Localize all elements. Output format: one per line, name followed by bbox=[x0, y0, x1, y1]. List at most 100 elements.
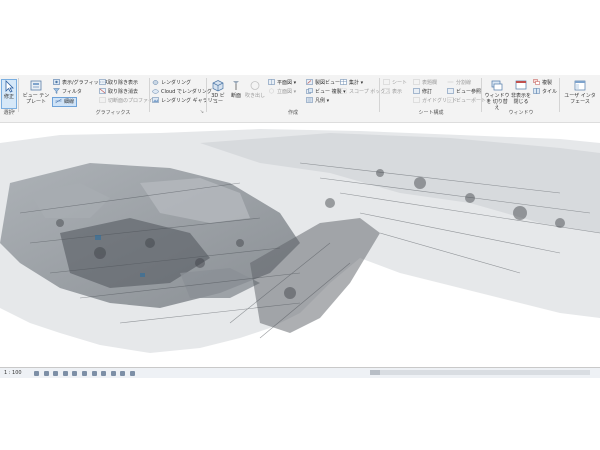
callout-icon bbox=[250, 81, 260, 90]
switch-windows-button[interactable]: ウィンドウを 切り替え bbox=[484, 79, 510, 111]
group-label-sheet: シート構成 bbox=[418, 110, 444, 116]
matchline-button[interactable]: 分割線 bbox=[447, 79, 471, 87]
user-interface-icon bbox=[574, 80, 586, 91]
plan-views-button[interactable]: 平面図 ▾ bbox=[268, 79, 296, 87]
view-button[interactable]: 表示 bbox=[383, 88, 402, 96]
titleblock-icon bbox=[413, 79, 420, 85]
schedules-button[interactable]: 集計 ▾ bbox=[340, 79, 363, 87]
visual-style-icon[interactable] bbox=[43, 371, 49, 376]
remove-hidden-lines-button[interactable]: 取り除き消去 bbox=[99, 88, 138, 96]
gallery-icon bbox=[152, 97, 159, 103]
thin-lines-icon bbox=[55, 98, 62, 104]
3d-view-button[interactable]: 3D ビュー bbox=[209, 79, 227, 107]
filter-button[interactable]: フィルタ bbox=[53, 88, 82, 96]
switch-windows-icon bbox=[491, 80, 503, 91]
view-template-label: ビュー テンプレート bbox=[22, 93, 50, 105]
close-inactive-label: 非表示を 閉じる bbox=[510, 93, 531, 105]
duplicate-view-icon bbox=[306, 88, 313, 94]
separator bbox=[149, 78, 150, 112]
schedule-icon bbox=[340, 79, 347, 85]
view-control-icons bbox=[34, 370, 138, 376]
sheet-button[interactable]: シート bbox=[383, 79, 407, 87]
separator bbox=[379, 78, 380, 112]
separator bbox=[559, 78, 560, 112]
group-sheet-composition: シート 表示 表題欄 修訂 ガイドグリッド 分割線 ビュー参照 ビューポート ▾ bbox=[381, 75, 490, 117]
thin-lines-button[interactable]: 細線 bbox=[52, 97, 78, 107]
close-inactive-icon bbox=[515, 80, 527, 90]
show-hidden-lines-button[interactable]: 取り除き表示 bbox=[99, 79, 138, 87]
analytical-model-icon[interactable] bbox=[129, 371, 135, 376]
modify-label: 修正 bbox=[3, 94, 14, 100]
dropdown-icon[interactable]: ▾ bbox=[12, 109, 15, 115]
shadows-icon[interactable] bbox=[62, 371, 68, 376]
3d-viewport[interactable] bbox=[0, 123, 600, 367]
group-windows: ウィンドウを 切り替え 非表示を 閉じる 複製 タイル ウィンドウ bbox=[483, 75, 559, 117]
scope-box-icon bbox=[340, 88, 347, 94]
user-interface-label: ユーザ インタフェース bbox=[564, 93, 596, 105]
callout-label: 吹き出し bbox=[245, 93, 266, 99]
titleblock-button[interactable]: 表題欄 bbox=[413, 79, 437, 87]
sheet-icon bbox=[383, 79, 390, 85]
revision-icon bbox=[413, 88, 420, 94]
reveal-hidden-icon[interactable] bbox=[120, 371, 126, 376]
cut-profile-icon bbox=[99, 97, 106, 103]
scale-value[interactable]: 1 : 100 bbox=[4, 368, 22, 378]
drafting-view-button[interactable]: 製図ビュー bbox=[306, 79, 340, 87]
user-interface-button[interactable]: ユーザ インタフェース bbox=[563, 79, 597, 107]
cube-3d-icon bbox=[212, 80, 224, 92]
visibility-graphics-icon bbox=[53, 79, 60, 85]
separator bbox=[206, 78, 207, 112]
legends-button[interactable]: 凡例 ▾ bbox=[306, 97, 329, 105]
cascade-button[interactable]: 複製 bbox=[533, 79, 552, 87]
cascade-icon bbox=[533, 79, 540, 85]
tile-icon bbox=[533, 88, 540, 94]
group-label-select: 選択 ▾ bbox=[3, 109, 15, 116]
tile-button[interactable]: タイル bbox=[533, 88, 557, 96]
separator bbox=[18, 78, 19, 112]
viewport-icon bbox=[447, 97, 454, 103]
plan-view-icon bbox=[268, 79, 275, 85]
group-label-graphics: グラフィックス ↘ bbox=[95, 109, 204, 116]
section-label: 断面 bbox=[230, 93, 241, 99]
cursor-arrow-icon bbox=[5, 80, 14, 93]
view-template-icon bbox=[30, 80, 42, 91]
elevation-button[interactable]: 立面図 ▾ bbox=[268, 88, 296, 96]
scrollbar-thumb[interactable] bbox=[370, 370, 380, 375]
3d-view-label: 3D ビュー bbox=[211, 93, 225, 105]
view-template-button[interactable]: ビュー テンプレート bbox=[22, 79, 50, 107]
guide-grid-icon bbox=[413, 97, 420, 103]
matchline-icon bbox=[447, 81, 454, 83]
show-crop-icon[interactable] bbox=[91, 371, 97, 376]
revit-window: 修正 選択 ▾ ビュー テンプレート 表示/グラフィックス フィルタ 細線 取り… bbox=[0, 75, 600, 378]
group-graphics: ビュー テンプレート 表示/グラフィックス フィルタ 細線 取り除き表示 取り除… bbox=[20, 75, 218, 117]
close-inactive-button[interactable]: 非表示を 閉じる bbox=[510, 79, 532, 107]
show-hidden-lines-icon bbox=[99, 79, 106, 85]
callout-button[interactable]: 吹き出し bbox=[245, 79, 265, 107]
point-cloud-render bbox=[0, 129, 600, 353]
view-reference-icon bbox=[447, 88, 454, 94]
teapot-icon bbox=[152, 80, 159, 85]
group-label-windows: ウィンドウ bbox=[508, 110, 534, 116]
render-button[interactable]: レンダリング bbox=[152, 79, 191, 87]
lock-3d-icon[interactable] bbox=[101, 371, 107, 376]
section-button[interactable]: 断面 bbox=[227, 79, 245, 107]
sun-path-icon[interactable] bbox=[53, 371, 59, 376]
detail-level-icon[interactable] bbox=[34, 371, 39, 376]
drafting-view-icon bbox=[306, 79, 313, 85]
filter-icon bbox=[53, 88, 60, 94]
modify-button[interactable]: 修正 bbox=[1, 79, 17, 109]
cloud-icon bbox=[152, 89, 159, 94]
crop-view-icon[interactable] bbox=[81, 371, 87, 376]
group-select: 修正 選択 ▾ bbox=[0, 75, 17, 117]
legend-icon bbox=[306, 97, 313, 103]
cloud-render-button[interactable]: Cloud でレンダリング bbox=[152, 88, 212, 96]
revisions-button[interactable]: 修訂 bbox=[413, 88, 432, 96]
render-dialog-icon[interactable] bbox=[72, 371, 78, 376]
group-user-interface: ユーザ インタフェース bbox=[561, 75, 599, 117]
dialog-launcher-icon[interactable]: ↘ bbox=[200, 109, 204, 115]
group-label-create: 作成 bbox=[287, 110, 298, 116]
view-reference-button[interactable]: ビュー参照 bbox=[447, 88, 481, 96]
temporary-hide-icon[interactable] bbox=[110, 371, 116, 376]
horizontal-scrollbar[interactable] bbox=[370, 370, 590, 375]
elevation-icon bbox=[269, 88, 274, 94]
